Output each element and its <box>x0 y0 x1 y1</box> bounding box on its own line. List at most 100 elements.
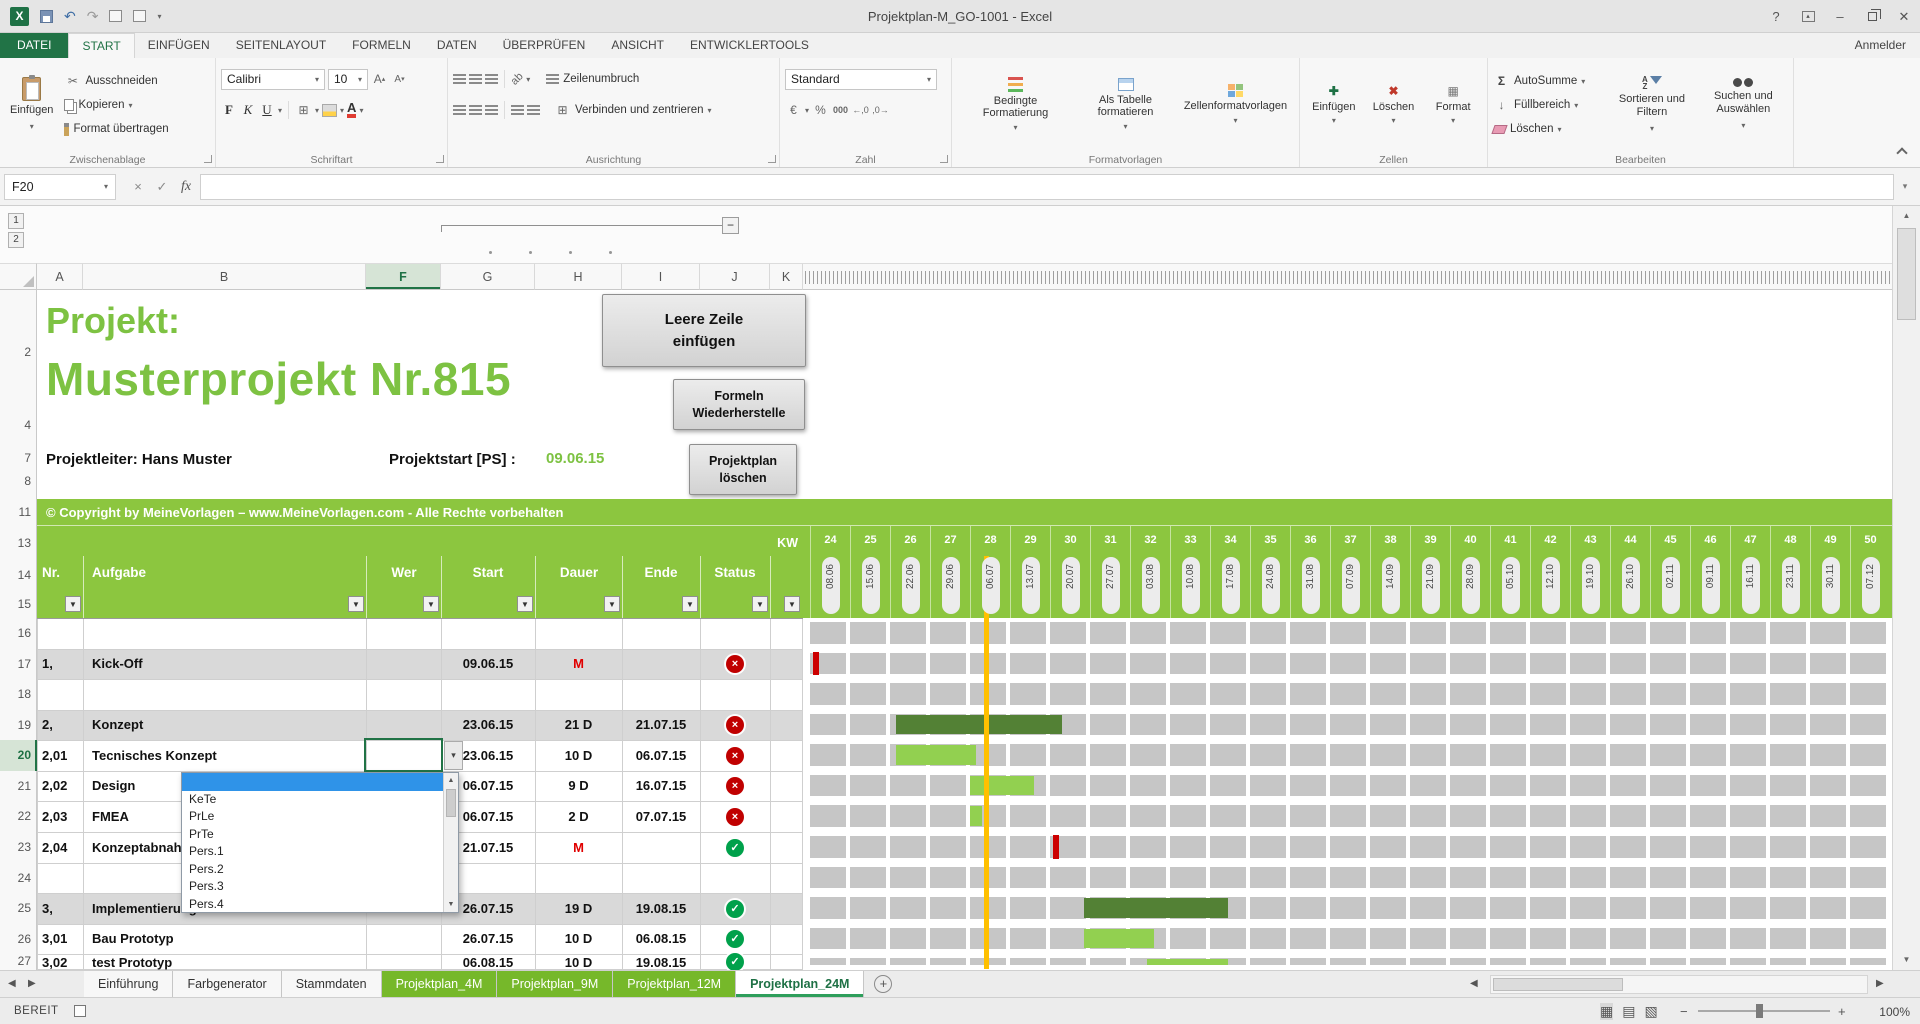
ribbon-options-icon[interactable]: ▴ <box>1792 0 1824 33</box>
dropdown-scrollbar[interactable]: ▲ ▼ <box>443 773 458 912</box>
qat-custom-icon-2[interactable] <box>133 10 147 22</box>
row-header-18[interactable]: 18 <box>0 686 31 702</box>
filter-button[interactable]: ▼ <box>423 596 439 612</box>
column-header-J[interactable]: J <box>700 263 770 290</box>
close-icon[interactable]: ✕ <box>1888 0 1920 33</box>
cell-dropdown-arrow[interactable]: ▾ <box>444 741 463 770</box>
fill-color-icon[interactable] <box>322 103 338 117</box>
row-header-19[interactable]: 19 <box>0 717 31 733</box>
paste-button[interactable]: Einfügen ▾ <box>5 61 58 149</box>
format-painter-button[interactable]: Format übertragen <box>64 119 169 140</box>
wrap-text-button[interactable]: Zeilenumbruch <box>546 69 639 90</box>
underline-button[interactable]: U <box>259 102 275 118</box>
filter-button[interactable]: ▼ <box>65 596 81 612</box>
row-header-20[interactable]: 20 <box>0 747 31 763</box>
collapse-ribbon-icon[interactable] <box>1896 147 1908 159</box>
row-header-25[interactable]: 25 <box>0 900 31 916</box>
add-decimal-icon[interactable]: ←,0 <box>852 102 869 118</box>
ribbon-tab-start[interactable]: START <box>68 33 135 58</box>
ribbon-tab-überprüfen[interactable]: ÜBERPRÜFEN <box>490 33 599 58</box>
outline-level-1-button[interactable]: 1 <box>8 213 24 229</box>
filter-button[interactable]: ▼ <box>784 596 800 612</box>
scroll-up-icon[interactable]: ▲ <box>1893 206 1920 226</box>
zoom-in-icon[interactable]: + <box>1838 1004 1846 1019</box>
filter-button[interactable]: ▼ <box>517 596 533 612</box>
conditional-formatting-button[interactable]: Bedingte Formatierung ▾ <box>962 61 1070 149</box>
row-header-4[interactable]: 4 <box>0 417 31 433</box>
outline-level-2-button[interactable]: 2 <box>8 232 24 248</box>
row-header-7[interactable]: 7 <box>0 450 31 466</box>
cell-styles-button[interactable]: Zellenformatvorlagen ▾ <box>1182 61 1290 149</box>
ribbon-tab-entwicklertools[interactable]: ENTWICKLERTOOLS <box>677 33 822 58</box>
bold-button[interactable]: F <box>221 102 237 118</box>
italic-button[interactable]: K <box>240 102 256 118</box>
cut-button[interactable]: ✂ Ausschneiden <box>64 71 168 92</box>
increase-indent-icon[interactable] <box>527 105 540 115</box>
merge-center-button[interactable]: ⊞ Verbinden und zentrieren ▾ <box>554 100 711 121</box>
chevron-down-icon[interactable]: ▾ <box>805 106 809 115</box>
zoom-out-icon[interactable]: − <box>1680 1004 1688 1019</box>
row-header-17[interactable]: 17 <box>0 656 31 672</box>
normal-view-icon[interactable]: ▦ <box>1600 1003 1614 1020</box>
zoom-slider-thumb[interactable] <box>1756 1004 1763 1018</box>
column-header-K[interactable]: K <box>770 263 803 290</box>
dropdown-scroll-up-icon[interactable]: ▲ <box>444 773 458 788</box>
dropdown-item[interactable]: Pers.1 <box>182 843 443 861</box>
qat-customize-icon[interactable]: ▾ <box>157 12 161 21</box>
row-header-11[interactable]: 11 <box>0 504 31 520</box>
thousands-format-icon[interactable]: 000 <box>832 102 849 118</box>
dialog-launcher-icon[interactable] <box>940 155 948 163</box>
row-header-16[interactable]: 16 <box>0 625 31 641</box>
new-sheet-button[interactable]: + <box>874 975 893 993</box>
sheet-nav-left-icon[interactable]: ◀ <box>8 978 16 989</box>
sheet-tab-einführung[interactable]: Einführung <box>84 971 174 997</box>
filter-button[interactable]: ▼ <box>348 596 364 612</box>
column-header-H[interactable]: H <box>535 263 622 290</box>
copy-button[interactable]: Kopieren ▾ <box>64 95 168 116</box>
orientation-icon[interactable]: ab <box>509 70 526 87</box>
row-header-27[interactable]: 27 <box>0 953 31 969</box>
font-color-icon[interactable]: A <box>347 101 357 118</box>
row-header-24[interactable]: 24 <box>0 870 31 886</box>
sort-filter-button[interactable]: AZ Sortieren und Filtern ▾ <box>1609 61 1694 149</box>
undo-icon[interactable]: ↶ <box>64 8 76 24</box>
dropdown-scroll-down-icon[interactable]: ▼ <box>444 897 458 912</box>
zoom-level[interactable]: 100% <box>1862 1005 1910 1019</box>
sign-in-label[interactable]: Anmelder <box>1855 38 1906 52</box>
autosum-button[interactable]: Σ AutoSumme ▾ <box>1493 71 1605 92</box>
minimize-icon[interactable]: – <box>1824 0 1856 33</box>
dialog-launcher-icon[interactable] <box>436 155 444 163</box>
scroll-down-icon[interactable]: ▼ <box>1893 950 1920 970</box>
sheet-tab-projektplan_9m[interactable]: Projektplan_9M <box>497 971 614 997</box>
number-format-select[interactable]: Standard ▾ <box>785 68 937 90</box>
dropdown-item[interactable]: KeTe <box>182 791 443 809</box>
vertical-scrollbar[interactable]: ▲ ▼ <box>1892 206 1920 970</box>
find-select-button[interactable]: Suchen und Auswählen ▾ <box>1699 61 1788 149</box>
column-header-F[interactable]: F <box>366 263 441 290</box>
font-size-select[interactable]: 10 ▾ <box>328 68 368 90</box>
align-right-icon[interactable] <box>485 105 498 115</box>
column-header-I[interactable]: I <box>622 263 700 290</box>
hscroll-left-icon[interactable]: ◀ <box>1470 978 1478 989</box>
filter-button[interactable]: ▼ <box>682 596 698 612</box>
delete-projectplan-button[interactable]: Projektplan löschen <box>689 444 797 495</box>
selected-cell-F20[interactable] <box>364 738 443 772</box>
hscroll-right-icon[interactable]: ▶ <box>1876 978 1884 989</box>
horizontal-scroll-thumb[interactable] <box>1493 978 1623 991</box>
align-bottom-icon[interactable] <box>485 74 498 84</box>
row-header-13[interactable]: 13 <box>0 535 31 551</box>
ribbon-tab-formeln[interactable]: FORMELN <box>339 33 424 58</box>
ribbon-tab-ansicht[interactable]: ANSICHT <box>598 33 677 58</box>
filter-button[interactable]: ▼ <box>604 596 620 612</box>
column-header-B[interactable]: B <box>83 263 366 290</box>
decrease-font-icon[interactable]: A ▾ <box>391 71 408 87</box>
dropdown-scroll-thumb[interactable] <box>446 789 456 817</box>
sheet-tab-stammdaten[interactable]: Stammdaten <box>281 971 382 997</box>
dropdown-item[interactable]: Pers.3 <box>182 878 443 896</box>
dialog-launcher-icon[interactable] <box>768 155 776 163</box>
sheet-nav-right-icon[interactable]: ▶ <box>28 978 36 989</box>
save-icon[interactable] <box>40 9 53 23</box>
collapse-group-button[interactable]: − <box>722 217 739 234</box>
format-cells-button[interactable]: ▦ Format ▾ <box>1424 61 1482 149</box>
row-header-14[interactable]: 14 <box>0 567 31 583</box>
